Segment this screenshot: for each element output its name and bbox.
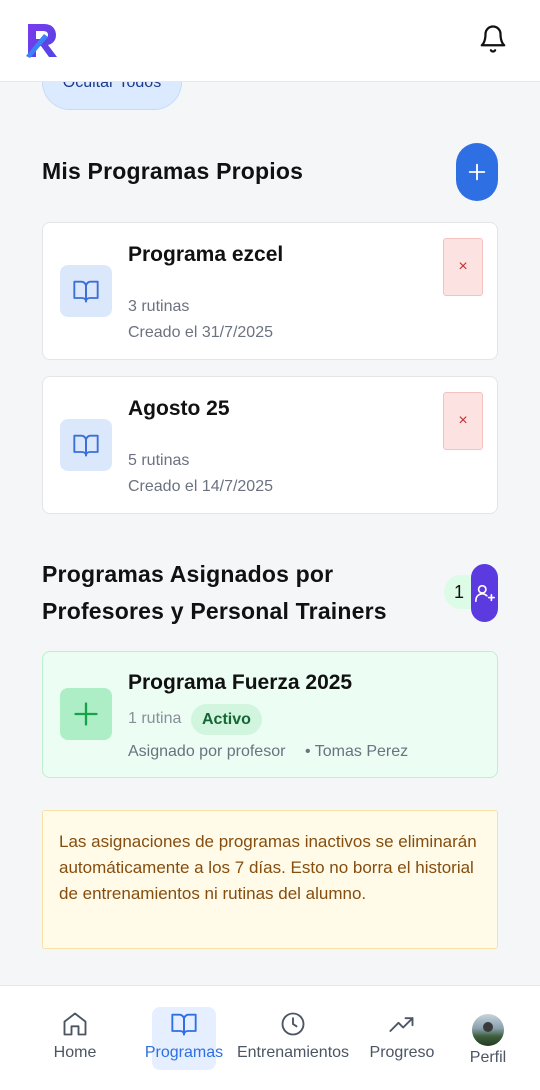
app-header	[0, 0, 540, 82]
nav-item-programas[interactable]: Programas	[140, 986, 228, 1072]
program-routines: 5 rutinas	[128, 452, 190, 469]
program-routines: 3 rutinas	[128, 298, 190, 315]
program-created: Creado el 31/7/2025	[128, 324, 273, 341]
program-name: Programa Fuerza 2025	[128, 671, 353, 694]
add-program-button[interactable]	[456, 143, 498, 201]
hide-all-button[interactable]: Ocultar Todos	[42, 82, 182, 110]
status-badge: Activo	[191, 704, 262, 735]
bottom-nav: Home Programas Entrenamientos Progreso P…	[0, 985, 540, 1090]
program-card[interactable]: Programa ezcel 3 rutinas Creado el 31/7/…	[42, 222, 498, 360]
nav-label: Entrenamientos	[236, 1044, 350, 1061]
assigned-programs-title-line1: Programas Asignados por	[42, 561, 334, 587]
assigned-programs-title-line2: Profesores y Personal Trainers	[42, 598, 387, 624]
program-routines: 1 rutina	[128, 710, 182, 727]
trending-up-icon	[389, 1017, 414, 1032]
assigned-program-card[interactable]: Programa Fuerza 2025 1 rutina Activo Asi…	[42, 651, 498, 778]
user-plus-icon	[474, 584, 495, 603]
assign-trainer-button[interactable]	[471, 564, 498, 622]
inactive-notice: Las asignaciones de programas inactivos …	[42, 810, 498, 949]
app-logo[interactable]	[24, 20, 60, 60]
nav-item-home[interactable]: Home	[45, 986, 105, 1072]
teacher-name: • Tomas Perez	[305, 743, 409, 760]
program-created: Creado el 14/7/2025	[128, 478, 273, 495]
plus-icon	[60, 688, 112, 740]
book-icon	[60, 419, 112, 471]
book-icon	[171, 1013, 197, 1036]
nav-item-perfil[interactable]: Perfil	[458, 986, 518, 1072]
nav-item-progreso[interactable]: Progreso	[362, 986, 442, 1072]
nav-label: Programas	[144, 1044, 224, 1061]
book-icon	[60, 265, 112, 317]
nav-label: Home	[53, 1044, 97, 1061]
program-name: Programa ezcel	[128, 243, 284, 266]
assigned-by: Asignado por profesor	[128, 743, 286, 760]
own-programs-title: Mis Programas Propios	[42, 158, 304, 184]
main-content: Ocultar Todos Mis Programas Propios Prog…	[0, 82, 540, 985]
program-name: Agosto 25	[128, 397, 230, 420]
plus-icon	[468, 163, 486, 181]
avatar	[472, 1014, 504, 1046]
bell-icon[interactable]	[478, 24, 508, 54]
nav-label: Progreso	[369, 1044, 435, 1061]
delete-program-button[interactable]: ×	[443, 238, 483, 296]
delete-program-button[interactable]: ×	[443, 392, 483, 450]
assigned-count-badge: 1	[444, 575, 474, 609]
nav-item-entrenamientos[interactable]: Entrenamientos	[232, 986, 354, 1072]
nav-label: Perfil	[469, 1049, 507, 1066]
clock-icon	[281, 1012, 305, 1036]
program-card[interactable]: Agosto 25 5 rutinas Creado el 14/7/2025 …	[42, 376, 498, 514]
home-icon	[63, 1012, 87, 1036]
